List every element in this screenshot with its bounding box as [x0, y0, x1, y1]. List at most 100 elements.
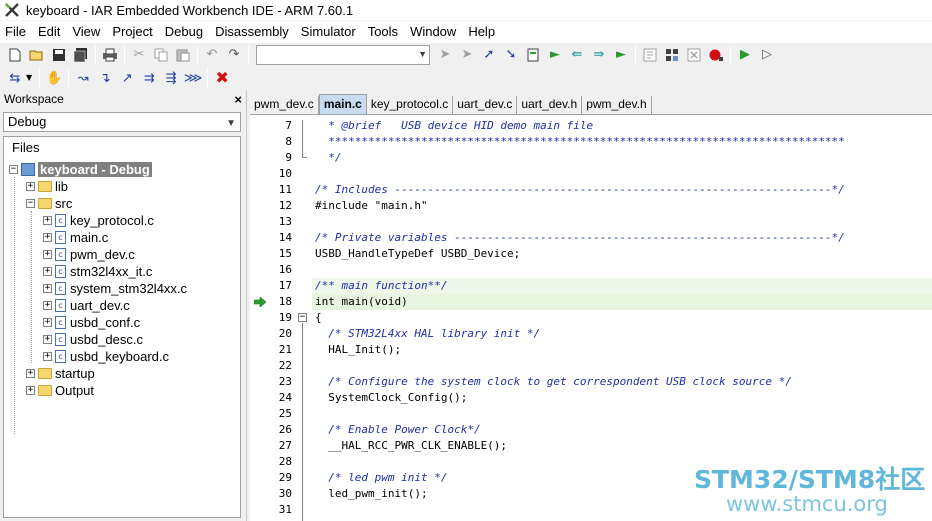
menu-disassembly[interactable]: Disassembly — [209, 21, 295, 42]
expand-icon[interactable]: + — [43, 250, 52, 259]
tree-item-output[interactable]: + Output — [26, 382, 94, 399]
undo-button[interactable]: ↶ — [201, 44, 223, 66]
expand-icon[interactable]: + — [43, 216, 52, 225]
make-button[interactable] — [661, 44, 683, 66]
code-line[interactable]: int main(void) — [312, 294, 932, 310]
expand-icon[interactable]: + — [43, 284, 52, 293]
step-over-button[interactable]: ↝ — [72, 67, 94, 89]
tab-key-protocol-c[interactable]: key_protocol.c — [366, 96, 454, 114]
new-file-button[interactable] — [4, 44, 26, 66]
stop-build-button[interactable] — [683, 44, 705, 66]
code-line[interactable]: /* Configure the system clock to get cor… — [312, 374, 932, 390]
collapse-icon[interactable]: − — [26, 199, 35, 208]
copy-button[interactable] — [150, 44, 172, 66]
tab-pwm-dev-c[interactable]: pwm_dev.c — [250, 96, 319, 114]
nav-back-button[interactable]: ⇚ — [566, 44, 588, 66]
close-icon[interactable]: × — [234, 92, 242, 107]
step-into-button[interactable]: ↴ — [94, 67, 116, 89]
code-line[interactable]: /* Private variables -------------------… — [312, 230, 932, 246]
nav-next-button[interactable]: ⇛ — [588, 44, 610, 66]
code-line[interactable] — [312, 406, 932, 422]
reset-button[interactable]: ⇆ — [4, 67, 26, 89]
tree-item-file[interactable]: + c key_protocol.c — [43, 212, 154, 229]
code-area[interactable]: * @brief USB device HID demo main file *… — [312, 115, 932, 521]
code-line[interactable]: #include "main.h" — [312, 198, 932, 214]
code-line[interactable]: /** main function**/ — [312, 278, 932, 294]
compile-button[interactable] — [639, 44, 661, 66]
tree-item-file[interactable]: + c stm32l4xx_it.c — [43, 263, 152, 280]
code-line[interactable]: { — [312, 310, 932, 326]
tree-item-lib[interactable]: + lib — [26, 178, 68, 195]
code-line[interactable]: __HAL_RCC_PWR_CLK_ENABLE(); — [312, 438, 932, 454]
cut-button[interactable]: ✂ — [128, 44, 150, 66]
code-line[interactable] — [312, 358, 932, 374]
run-to-cursor-button[interactable]: ⇶ — [160, 67, 182, 89]
expand-icon[interactable]: + — [43, 267, 52, 276]
expand-icon[interactable]: + — [43, 233, 52, 242]
menu-tools[interactable]: Tools — [362, 21, 404, 42]
code-line[interactable]: SystemClock_Config(); — [312, 390, 932, 406]
tab-uart-dev-c[interactable]: uart_dev.c — [453, 96, 518, 114]
find-in-files-button[interactable]: ➚ — [478, 44, 500, 66]
menu-view[interactable]: View — [66, 21, 106, 42]
stop-debugging-button[interactable]: ✖ — [211, 67, 233, 89]
break-button[interactable]: ✋ — [43, 67, 65, 89]
expand-icon[interactable]: + — [43, 335, 52, 344]
code-line[interactable] — [312, 454, 932, 470]
chevron-down-icon[interactable]: ▼ — [418, 49, 427, 59]
code-line[interactable]: HAL_Init(); — [312, 342, 932, 358]
chevron-down-icon[interactable]: ▼ — [26, 74, 32, 82]
code-line[interactable]: /* led pwm init */ — [312, 470, 932, 486]
find-prev-button[interactable]: ➤ — [456, 44, 478, 66]
find-combo[interactable]: ▼ — [256, 44, 430, 65]
tree-item-project[interactable]: − keyboard - Debug — [9, 161, 152, 178]
tab-uart-dev-h[interactable]: uart_dev.h — [517, 96, 583, 114]
menu-simulator[interactable]: Simulator — [295, 21, 362, 42]
expand-icon[interactable]: + — [26, 182, 35, 191]
chevron-down-icon[interactable]: ▼ — [226, 115, 236, 133]
code-line[interactable]: /* STM32L4xx HAL library init */ — [312, 326, 932, 342]
tree-item-file[interactable]: + c pwm_dev.c — [43, 246, 135, 263]
expand-icon[interactable]: + — [43, 301, 52, 310]
tree-item-file[interactable]: + c usbd_desc.c — [43, 331, 143, 348]
menu-edit[interactable]: Edit — [32, 21, 66, 42]
tree-item-file[interactable]: + c usbd_keyboard.c — [43, 348, 169, 365]
code-line[interactable] — [312, 166, 932, 182]
fold-collapse-icon[interactable]: − — [298, 313, 307, 322]
collapse-icon[interactable]: − — [9, 165, 18, 174]
tree-item-file[interactable]: + c usbd_conf.c — [43, 314, 140, 331]
tree-item-file[interactable]: + c main.c — [43, 229, 108, 246]
code-line[interactable]: led_pwm_init(); — [312, 486, 932, 502]
bookmark-button[interactable] — [522, 44, 544, 66]
redo-button[interactable]: ↷ — [223, 44, 245, 66]
tab-pwm-dev-h[interactable]: pwm_dev.h — [582, 96, 652, 114]
expand-icon[interactable]: + — [26, 369, 35, 378]
code-line[interactable]: ****************************************… — [312, 134, 932, 150]
tree-item-file[interactable]: + c uart_dev.c — [43, 297, 130, 314]
code-line[interactable]: /* Includes ----------------------------… — [312, 182, 932, 198]
code-line[interactable] — [312, 214, 932, 230]
tree-item-file[interactable]: + c system_stm32l4xx.c — [43, 280, 187, 297]
go-to-button[interactable]: ➘ — [500, 44, 522, 66]
menu-window[interactable]: Window — [404, 21, 462, 42]
tree-item-src[interactable]: − src — [26, 195, 72, 212]
expand-icon[interactable]: + — [43, 318, 52, 327]
code-line[interactable] — [312, 502, 932, 518]
menu-debug[interactable]: Debug — [159, 21, 209, 42]
code-line[interactable]: */ — [312, 150, 932, 166]
code-editor[interactable]: 7 8 9 10 11 12 13 14 15 16 17 18 19 20 21 22 23 24 25 26 27 2… — [250, 115, 932, 521]
print-button[interactable] — [99, 44, 121, 66]
expand-icon[interactable]: + — [43, 352, 52, 361]
find-next-button[interactable]: ➤ — [434, 44, 456, 66]
code-line[interactable]: /* Enable Power Clock*/ — [312, 422, 932, 438]
step-button[interactable]: ► — [610, 44, 632, 66]
tree-item-startup[interactable]: + startup — [26, 365, 95, 382]
expand-icon[interactable]: + — [26, 386, 35, 395]
save-button[interactable] — [48, 44, 70, 66]
open-button[interactable] — [26, 44, 48, 66]
code-line[interactable]: * @brief USB device HID demo main file — [312, 118, 932, 134]
nav-forward-button[interactable]: ► — [544, 44, 566, 66]
debug-without-download-button[interactable]: ▷ — [756, 44, 778, 66]
menu-project[interactable]: Project — [106, 21, 158, 42]
go-button[interactable]: ⋙ — [182, 67, 204, 89]
